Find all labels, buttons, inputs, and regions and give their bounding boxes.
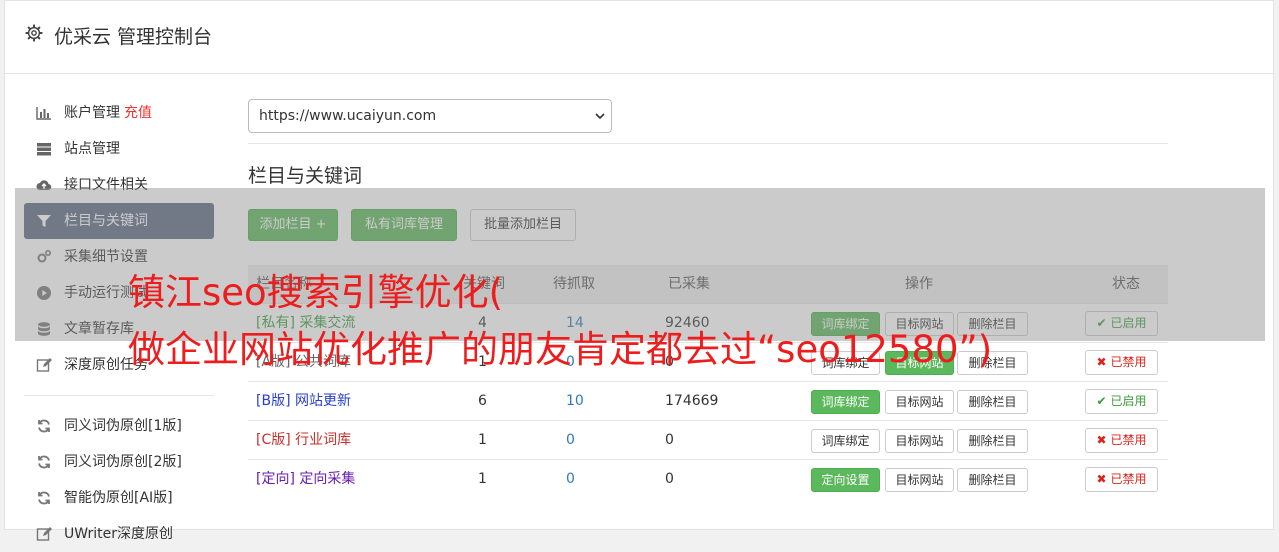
check-icon: ✔ bbox=[1096, 394, 1107, 408]
refresh-icon bbox=[38, 455, 50, 469]
delete-column-button[interactable]: 删除栏目 bbox=[957, 468, 1028, 492]
status-label: 已禁用 bbox=[1110, 472, 1147, 486]
bind-lib-button[interactable]: 定向设置 bbox=[811, 468, 880, 492]
category-link[interactable]: [B版] 网站更新 bbox=[256, 382, 351, 421]
table-row: [B版] 网站更新 6 10 174669 词库绑定 目标网站 删除栏目 ✔ 已启用 bbox=[248, 381, 1168, 421]
table-row: [C版] 行业词库 1 0 0 词库绑定 目标网站 删除栏目 ✖ 已禁用 bbox=[248, 420, 1168, 460]
refresh-icon bbox=[38, 419, 50, 433]
pending-count[interactable]: 10 bbox=[566, 382, 584, 421]
sidebar-item-label: UWriter深度原创 bbox=[64, 526, 173, 542]
page-title: 优采云 管理控制台 bbox=[54, 26, 213, 48]
status-label: 已禁用 bbox=[1110, 355, 1147, 369]
watermark-overlay bbox=[15, 188, 1265, 341]
status-label: 已启用 bbox=[1110, 394, 1147, 408]
collected-count: 0 bbox=[665, 471, 674, 487]
bind-lib-button[interactable]: 词库绑定 bbox=[811, 390, 880, 414]
table-row: [定向] 定向采集 1 0 0 定向设置 目标网站 删除栏目 ✖ 已禁用 bbox=[248, 459, 1168, 499]
edit-icon bbox=[36, 527, 52, 541]
delete-column-button[interactable]: 删除栏目 bbox=[957, 429, 1028, 453]
delete-column-button[interactable]: 删除栏目 bbox=[957, 390, 1028, 414]
sidebar-item-uwriter[interactable]: UWriter深度原创 bbox=[24, 516, 214, 552]
sidebar-item-label: 账户管理 bbox=[64, 105, 120, 121]
sidebar-item-synonym-2[interactable]: 同义词伪原创[2版] bbox=[24, 444, 214, 480]
target-site-button[interactable]: 目标网站 bbox=[885, 429, 954, 453]
chevron-down-icon bbox=[595, 113, 605, 120]
sidebar-item-label: 同义词伪原创[2版] bbox=[64, 454, 182, 470]
sidebar-item-label: 站点管理 bbox=[64, 141, 120, 157]
status-label: 已禁用 bbox=[1110, 433, 1147, 447]
status-toggle[interactable]: ✖ 已禁用 bbox=[1085, 350, 1158, 375]
panel-heading: 优采云 管理控制台 bbox=[5, 1, 1273, 74]
site-select[interactable]: https://www.ucaiyun.com bbox=[248, 99, 612, 133]
bind-lib-button[interactable]: 词库绑定 bbox=[811, 429, 880, 453]
sidebar-item-ai[interactable]: 智能伪原创[AI版] bbox=[24, 480, 214, 516]
site-select-value: https://www.ucaiyun.com bbox=[259, 108, 437, 124]
collected-count: 0 bbox=[665, 432, 674, 448]
sidebar-item-synonym-1[interactable]: 同义词伪原创[1版] bbox=[24, 408, 214, 444]
close-icon: ✖ bbox=[1096, 472, 1107, 486]
sidebar-divider bbox=[24, 395, 214, 396]
refresh-icon bbox=[38, 491, 50, 505]
watermark-line-2: 做企业网站优化推广的朋友肯定都去过“seo12580”) bbox=[128, 328, 993, 371]
target-site-button[interactable]: 目标网站 bbox=[885, 390, 954, 414]
gear-icon bbox=[25, 24, 43, 42]
watermark-line-1: 镇江seo搜索引擎优化( bbox=[128, 271, 504, 314]
bar-chart-icon bbox=[36, 107, 51, 120]
edit-icon bbox=[36, 358, 52, 372]
sidebar-item-sites[interactable]: 站点管理 bbox=[24, 131, 214, 167]
section-title: 栏目与关键词 bbox=[248, 165, 363, 187]
pending-count[interactable]: 0 bbox=[566, 460, 575, 499]
status-toggle[interactable]: ✔ 已启用 bbox=[1085, 389, 1158, 414]
target-site-button[interactable]: 目标网站 bbox=[885, 468, 954, 492]
keyword-count: 6 bbox=[478, 393, 487, 409]
divider bbox=[248, 143, 1168, 144]
sidebar-item-label: 智能伪原创[AI版] bbox=[64, 490, 173, 506]
keyword-count: 1 bbox=[478, 471, 487, 487]
server-icon bbox=[37, 143, 51, 156]
collected-count: 174669 bbox=[665, 393, 719, 409]
close-icon: ✖ bbox=[1096, 355, 1107, 369]
keyword-count: 1 bbox=[478, 432, 487, 448]
category-link[interactable]: [定向] 定向采集 bbox=[256, 460, 355, 499]
pending-count[interactable]: 0 bbox=[566, 421, 575, 460]
sidebar-item-label: 同义词伪原创[1版] bbox=[64, 418, 182, 434]
close-icon: ✖ bbox=[1096, 433, 1107, 447]
status-toggle[interactable]: ✖ 已禁用 bbox=[1085, 428, 1158, 453]
category-link[interactable]: [C版] 行业词库 bbox=[256, 421, 351, 460]
recharge-link[interactable]: 充值 bbox=[124, 105, 152, 121]
sidebar-item-account[interactable]: 账户管理 充值 bbox=[24, 95, 214, 131]
status-toggle[interactable]: ✖ 已禁用 bbox=[1085, 467, 1158, 492]
